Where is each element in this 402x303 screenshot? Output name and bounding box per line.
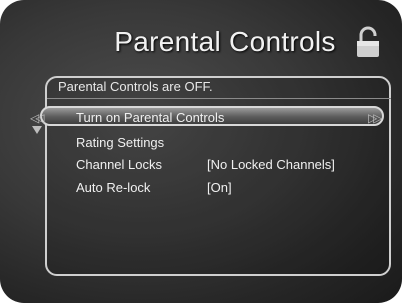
panel-divider [47,98,391,99]
menu-item-rating-settings[interactable]: Rating Settings [76,135,164,150]
page-title: Parental Controls [114,26,336,57]
menu-item-auto-relock[interactable]: Auto Re-lock [76,180,150,195]
triangle-down-icon[interactable] [32,126,42,134]
channel-locks-value: [No Locked Channels] [207,157,335,172]
menu-item-channel-locks[interactable]: Channel Locks [76,157,162,172]
auto-relock-value: [On] [207,180,232,195]
unlocked-padlock-icon [357,26,379,57]
status-text: Parental Controls are OFF. [58,79,213,94]
double-chevron-right-icon[interactable]: ▷▷ [368,111,383,125]
tv-screen: Parental Controls Parental Controls are … [0,0,402,303]
menu-item-turn-on-parental-controls[interactable]: Turn on Parental Controls [76,110,224,125]
double-chevron-left-icon[interactable]: ◁◁ [30,111,45,125]
